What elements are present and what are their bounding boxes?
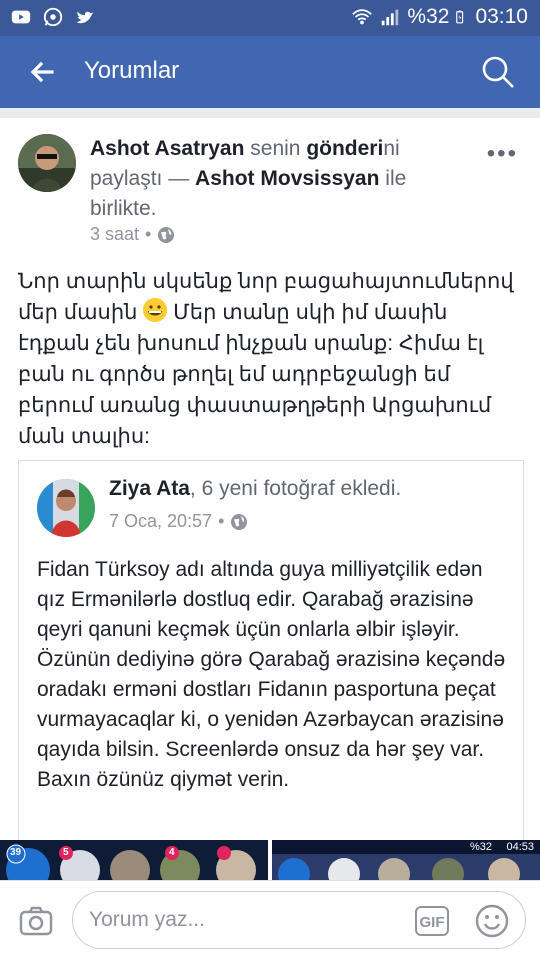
globe-icon <box>158 226 175 243</box>
status-bar: %32 03:10 <box>0 0 540 36</box>
shared-action: , 6 yeni fotoğraf ekledi. <box>189 477 402 500</box>
shared-header: Ziya Ata, 6 yeni fotoğraf ekledi. <box>109 477 401 501</box>
battery-icon <box>456 10 464 24</box>
more-options-icon[interactable]: ••• <box>487 140 518 168</box>
shared-author-name[interactable]: Ziya Ata <box>109 477 190 500</box>
comment-composer: Yorum yaz... GIF <box>0 880 540 961</box>
thumb-battery: %32 <box>469 841 492 853</box>
app-bar: Yorumlar <box>0 36 540 108</box>
wifi-icon <box>352 9 373 25</box>
smiley-icon[interactable] <box>475 904 509 938</box>
grinning-emoji-icon <box>143 298 168 322</box>
photo-thumbnail[interactable]: 39 5 4 <box>0 840 268 880</box>
battery-percent: %32 <box>407 5 450 28</box>
arrow-left-icon[interactable] <box>26 56 58 88</box>
youtube-icon <box>11 10 31 24</box>
globe-icon <box>231 513 248 530</box>
camera-icon[interactable] <box>18 903 54 939</box>
tagged-name[interactable]: Ashot Movsissyan <box>195 167 379 190</box>
photo-thumbnail[interactable]: %32 04:53 <box>272 840 540 880</box>
post-header: Ashot Asatryan senin gönderini paylaştı … <box>90 134 450 224</box>
shared-time[interactable]: 7 Oca, 20:57 <box>109 511 212 532</box>
signal-icon <box>382 9 399 26</box>
separator-dot: • <box>218 511 225 531</box>
shared-post[interactable]: Ziya Ata, 6 yeni fotoğraf ekledi. 7 Oca,… <box>18 460 524 880</box>
shared-avatar[interactable] <box>37 479 95 537</box>
comment-input[interactable]: Yorum yaz... GIF <box>72 891 526 949</box>
photo-thumbnails[interactable]: 39 5 4 %32 04:53 <box>0 840 540 880</box>
shared-meta: 7 Oca, 20:57 • <box>109 511 248 532</box>
shared-body: Fidan Türksoy adı altında guya milliyətç… <box>37 558 506 791</box>
twitter-icon <box>76 11 94 24</box>
comment-placeholder: Yorum yaz... <box>89 908 205 931</box>
separator-dot: • <box>145 224 152 244</box>
post-time[interactable]: 3 saat <box>90 224 139 245</box>
header-text-part: senin <box>244 137 307 160</box>
gif-button[interactable]: GIF <box>415 906 449 936</box>
post-card: Ashot Asatryan senin gönderini paylaştı … <box>0 118 540 880</box>
clock: 03:10 <box>475 5 528 28</box>
avatar[interactable] <box>18 134 76 192</box>
shared-post-link[interactable]: gönderi <box>306 137 383 160</box>
search-icon[interactable] <box>480 54 516 90</box>
whatsapp-icon <box>43 7 63 27</box>
page-title: Yorumlar <box>84 57 180 84</box>
badge-count: 4 <box>169 847 175 858</box>
badge-count: 5 <box>63 847 69 858</box>
post-meta: 3 saat • <box>90 224 175 245</box>
author-name[interactable]: Ashot Asatryan <box>90 137 244 160</box>
thumb-time: 04:53 <box>506 841 534 853</box>
badge-count: 39 <box>10 847 22 858</box>
post-body: Նոր տարին սկսենք նոր բացահայտումներով մե… <box>18 266 524 452</box>
